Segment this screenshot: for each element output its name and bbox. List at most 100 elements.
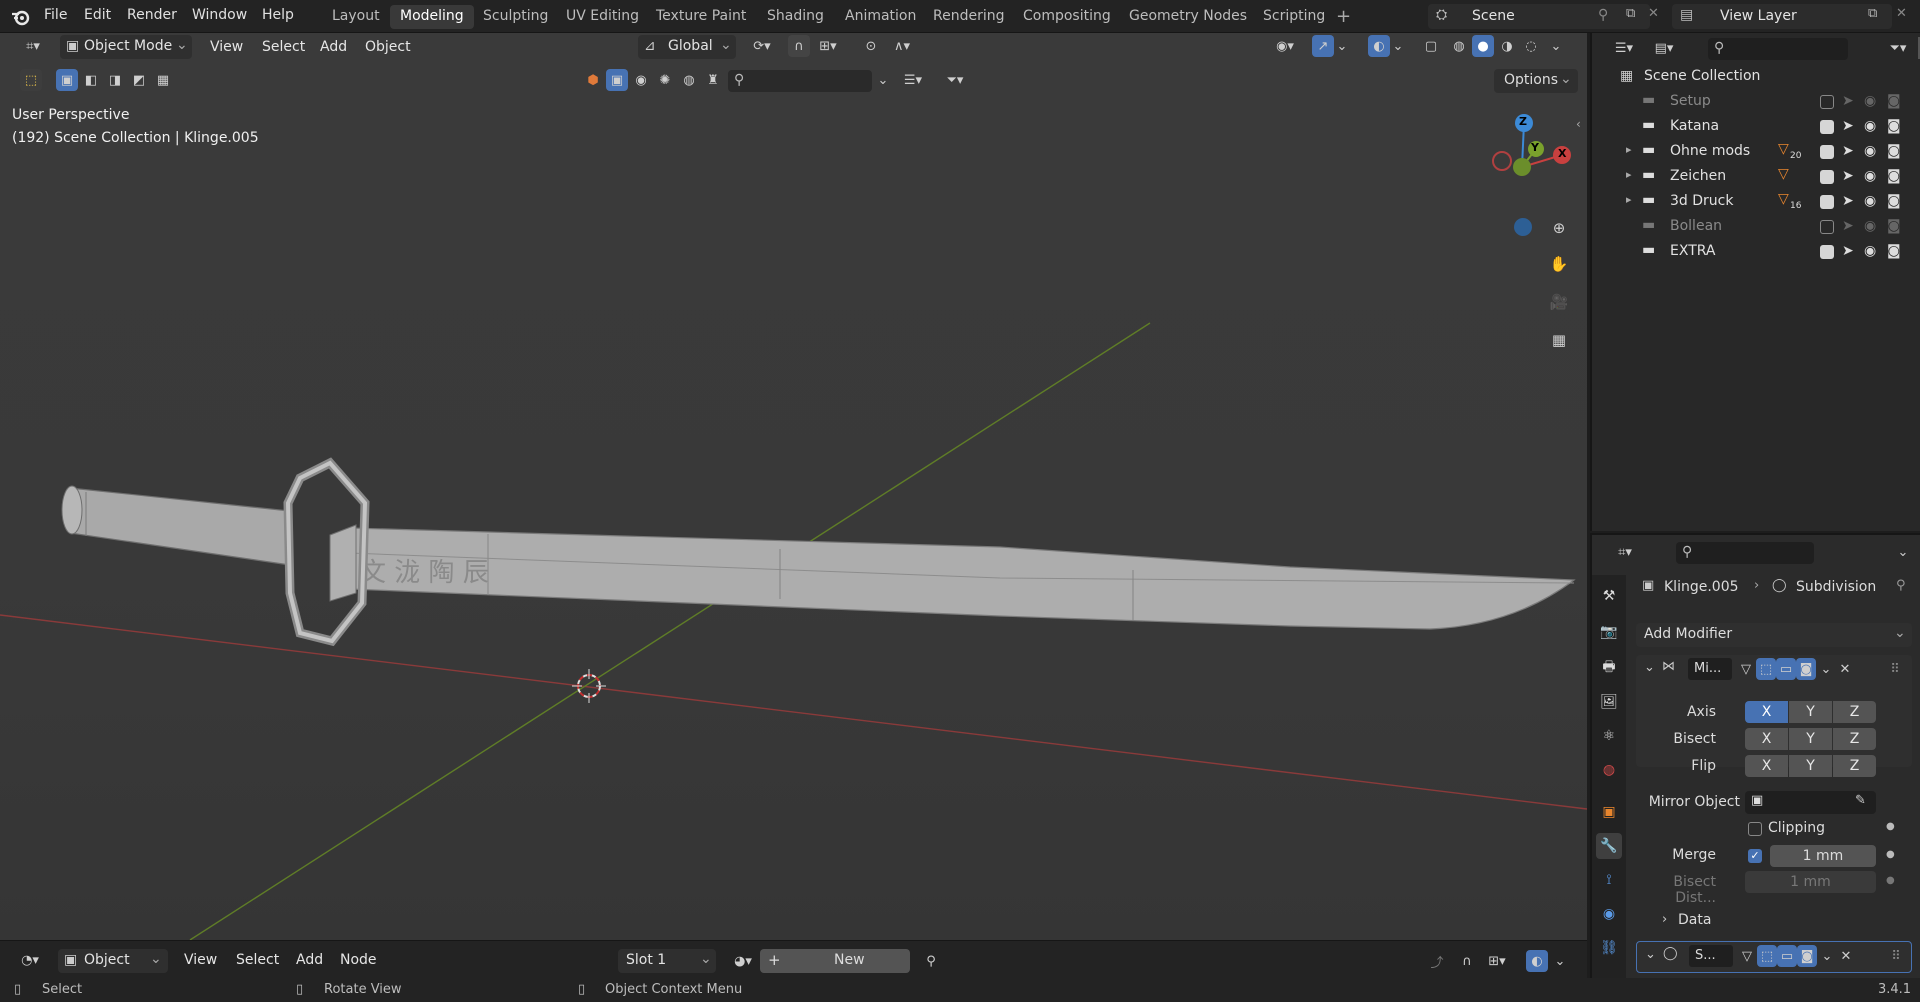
collapse-chevron-icon[interactable]: ⌄ bbox=[1645, 947, 1656, 962]
new-view-layer-icon[interactable]: ⧉ bbox=[1868, 6, 1877, 21]
axis-z-toggle[interactable]: Z bbox=[1833, 701, 1876, 723]
viewport-menu-view[interactable]: View bbox=[210, 39, 243, 55]
close-icon[interactable]: ✕ bbox=[1837, 945, 1855, 967]
node-menu-add[interactable]: Add bbox=[296, 952, 323, 968]
scene-selector[interactable]: ⛭ Scene ⚲ bbox=[1428, 4, 1650, 29]
selectable-arrow-icon[interactable]: ➤ bbox=[1842, 168, 1854, 184]
xray-icon[interactable]: ▢ bbox=[1420, 35, 1442, 57]
pin-icon[interactable]: ⚲ bbox=[1896, 578, 1906, 593]
bisect-x-toggle[interactable]: X bbox=[1745, 728, 1788, 750]
eye-icon[interactable]: ◉ bbox=[1864, 168, 1876, 184]
world-filter-icon[interactable]: ◍ bbox=[678, 69, 700, 91]
camera-icon[interactable]: ◙ bbox=[1887, 168, 1901, 184]
display-mode-icon[interactable]: ▤▾ bbox=[1648, 37, 1680, 59]
tab-modeling[interactable]: Modeling bbox=[390, 5, 474, 29]
pivot-point-icon[interactable]: ⟳▾ bbox=[746, 35, 778, 57]
select-new-icon[interactable]: ▣ bbox=[56, 69, 78, 91]
mirror-modifier-name-field[interactable]: Mi... bbox=[1688, 658, 1732, 680]
tab-geometry-nodes[interactable]: Geometry Nodes bbox=[1119, 5, 1257, 29]
exclude-checkbox[interactable] bbox=[1820, 120, 1834, 134]
expand-arrow-icon[interactable]: ▸ bbox=[1626, 143, 1632, 156]
menu-file[interactable]: File bbox=[44, 7, 67, 23]
menu-window[interactable]: Window bbox=[192, 7, 247, 23]
particles-tab-icon[interactable]: ⟟ bbox=[1596, 867, 1622, 893]
zoom-icon[interactable]: ⊕ bbox=[1546, 215, 1572, 241]
camera-icon[interactable]: 🎥 bbox=[1546, 289, 1572, 315]
node-menu-select[interactable]: Select bbox=[236, 952, 279, 968]
camera-icon[interactable]: ◙ bbox=[1887, 193, 1901, 209]
exclude-checkbox[interactable] bbox=[1820, 195, 1834, 209]
camera-icon[interactable]: ◙ bbox=[1887, 143, 1901, 159]
tab-uv-editing[interactable]: UV Editing bbox=[556, 5, 649, 29]
outliner-row-collection[interactable]: ▬ Katana ➤ ◉ ◙ bbox=[1592, 115, 1920, 139]
delete-view-layer-icon[interactable]: ✕ bbox=[1896, 6, 1907, 21]
select-subtract-icon[interactable]: ◨ bbox=[104, 69, 126, 91]
overlays-icon[interactable]: ◐ bbox=[1526, 950, 1548, 972]
tab-compositing[interactable]: Compositing bbox=[1013, 5, 1121, 29]
edit-cage-icon[interactable]: ▽ bbox=[1736, 658, 1756, 680]
select-extend-icon[interactable]: ◧ bbox=[80, 69, 102, 91]
material-browse-icon[interactable]: ◕▾ bbox=[726, 950, 760, 972]
merge-distance-field[interactable]: 1 mm bbox=[1770, 845, 1876, 867]
chevron-down-icon[interactable]: ⌄ bbox=[1892, 541, 1914, 563]
edit-mode-icon[interactable]: ⬚ bbox=[1757, 945, 1777, 967]
falloff-icon[interactable]: ∧▾ bbox=[886, 35, 918, 57]
outliner-row-collection[interactable]: ▬ Setup ➤ ◉ ◙ bbox=[1592, 90, 1920, 114]
properties-editor-type-icon[interactable]: ⌗▾ bbox=[1608, 541, 1642, 563]
render-icon[interactable]: ◙ bbox=[1797, 945, 1817, 967]
light-filter-icon[interactable]: ✺ bbox=[654, 69, 676, 91]
selectable-arrow-icon[interactable]: ➤ bbox=[1842, 243, 1854, 259]
selectable-arrow-icon[interactable]: ➤ bbox=[1842, 218, 1854, 234]
constraints-tab-icon[interactable]: ⛓ bbox=[1596, 935, 1622, 961]
gizmo-icon[interactable]: ↗ bbox=[1312, 35, 1334, 57]
tab-rendering[interactable]: Rendering bbox=[923, 5, 1015, 29]
tab-texture-paint[interactable]: Texture Paint bbox=[646, 5, 756, 29]
selectable-arrow-icon[interactable]: ➤ bbox=[1842, 193, 1854, 209]
select-intersect-icon[interactable]: ▦ bbox=[152, 69, 174, 91]
render-tab-icon[interactable]: 📷 bbox=[1596, 619, 1622, 645]
edit-cage-icon[interactable]: ▽ bbox=[1737, 945, 1757, 967]
exclude-checkbox[interactable] bbox=[1820, 245, 1834, 259]
edit-mode-icon[interactable]: ⬚ bbox=[1756, 658, 1776, 680]
tab-scripting[interactable]: Scripting bbox=[1253, 5, 1335, 29]
axis-x-toggle[interactable]: X bbox=[1745, 701, 1788, 723]
chevron-down-icon[interactable]: ⌄ bbox=[1552, 950, 1568, 972]
close-icon[interactable]: ✕ bbox=[1836, 658, 1854, 680]
flip-x-toggle[interactable]: X bbox=[1745, 755, 1788, 777]
chevron-down-icon[interactable]: ⌄ bbox=[872, 69, 894, 91]
outliner-row-collection[interactable]: ▬ Bollean ➤ ◉ ◙ bbox=[1592, 215, 1920, 239]
eye-icon[interactable]: ◉ bbox=[1864, 118, 1876, 134]
ortho-grid-icon[interactable]: ▦ bbox=[1546, 327, 1572, 353]
outliner-row-collection[interactable]: ▬ EXTRA ➤ ◉ ◙ bbox=[1592, 240, 1920, 264]
new-scene-icon[interactable]: ⧉ bbox=[1626, 6, 1635, 21]
blender-logo-icon[interactable] bbox=[10, 6, 32, 28]
chevron-down-icon[interactable]: ⌄ bbox=[1818, 658, 1834, 680]
viewport-menu-select[interactable]: Select bbox=[262, 39, 305, 55]
expand-arrow-icon[interactable]: ▸ bbox=[1626, 168, 1632, 181]
pin-icon[interactable]: ⚲ bbox=[920, 950, 942, 972]
3d-viewport[interactable]: 文 泷 陶 辰 ⌗▾ ▣ Object Mode ⌄ View Select A… bbox=[0, 33, 1587, 940]
camera-icon[interactable]: ◙ bbox=[1887, 218, 1901, 234]
outliner-row-collection[interactable]: ▸ ▬ 3d Druck ▽ 16 ➤ ◉ ◙ bbox=[1592, 190, 1920, 214]
exclude-checkbox[interactable] bbox=[1820, 145, 1834, 159]
output-tab-icon[interactable]: 🖶 bbox=[1596, 655, 1622, 681]
merge-checkbox[interactable]: ✓ bbox=[1748, 849, 1762, 863]
scene-tab-icon[interactable]: ⚛ bbox=[1596, 723, 1622, 749]
parent-node-tree-icon[interactable]: ⤴ bbox=[1426, 950, 1448, 972]
eyedropper-icon[interactable]: ✎ bbox=[1855, 793, 1866, 808]
overlays-icon[interactable]: ◐ bbox=[1368, 35, 1390, 57]
camera-icon[interactable]: ◙ bbox=[1887, 243, 1901, 259]
outliner-search-input[interactable]: ⚲ bbox=[1708, 38, 1848, 60]
menu-help[interactable]: Help bbox=[262, 7, 294, 23]
bisect-y-toggle[interactable]: Y bbox=[1789, 728, 1832, 750]
node-menu-node[interactable]: Node bbox=[340, 952, 377, 968]
snap-icon[interactable]: ∩ bbox=[788, 35, 810, 57]
editor-type-icon[interactable]: ⌗▾ bbox=[16, 35, 50, 57]
pan-hand-icon[interactable]: ✋ bbox=[1546, 251, 1572, 277]
clipping-checkbox[interactable] bbox=[1748, 822, 1762, 836]
selectable-arrow-icon[interactable]: ➤ bbox=[1842, 93, 1854, 109]
eye-icon[interactable]: ◉ bbox=[1864, 243, 1876, 259]
asset-search-input[interactable]: ⚲ bbox=[728, 70, 872, 92]
new-material-button[interactable]: + New bbox=[760, 949, 910, 973]
select-tool-icon[interactable]: ⬚ bbox=[20, 69, 42, 91]
